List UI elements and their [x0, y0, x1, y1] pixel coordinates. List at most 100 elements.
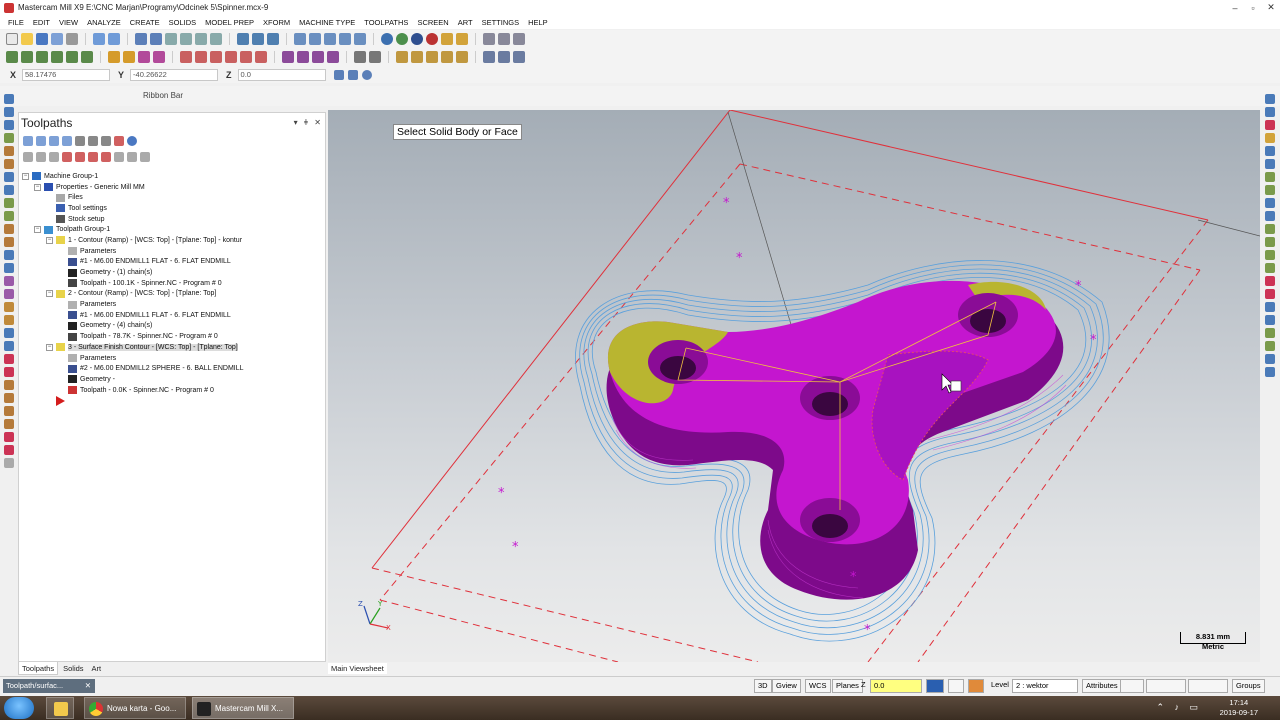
snap-icon[interactable] — [441, 33, 453, 45]
help-ops-icon[interactable] — [127, 136, 137, 146]
3d-button[interactable]: 3D — [754, 679, 772, 693]
solid-boolean-icon[interactable] — [327, 51, 339, 63]
expand-all-icon[interactable] — [23, 152, 33, 162]
trim-icon[interactable] — [138, 51, 150, 63]
delete-icon[interactable] — [4, 133, 14, 143]
restore-button[interactable]: ▫ — [1244, 0, 1262, 15]
menu-toolpaths[interactable]: TOOLPATHS — [364, 18, 408, 27]
move-up-icon[interactable] — [75, 152, 85, 162]
unzoom-icon[interactable] — [195, 33, 207, 45]
tree-node[interactable] — [22, 395, 325, 406]
autocursor-icon[interactable] — [347, 69, 358, 80]
close-button[interactable]: ✕ — [1262, 0, 1280, 15]
surface-rough-icon[interactable] — [456, 51, 468, 63]
facing-icon[interactable] — [441, 51, 453, 63]
mastercam-taskbar-button[interactable]: Mastercam Mill X... — [192, 697, 294, 719]
right-tool-14-icon[interactable] — [1265, 263, 1275, 273]
tree-node[interactable]: − 2 - Contour (Ramp) - [WCS: Top] - [Tpla… — [22, 289, 325, 300]
menu-analyze[interactable]: ANALYZE — [87, 18, 121, 27]
panel-pin-button[interactable]: ǂ — [304, 118, 309, 127]
tree-node[interactable]: − Machine Group-1 — [22, 171, 325, 182]
contour-icon[interactable] — [396, 51, 408, 63]
misc-e-icon[interactable] — [4, 432, 14, 442]
solid-revolve-icon[interactable] — [297, 51, 309, 63]
fillet-icon[interactable] — [108, 51, 120, 63]
menu-model-prep[interactable]: MODEL PREP — [205, 18, 254, 27]
solid-shell-icon[interactable] — [4, 289, 14, 299]
menu-help[interactable]: HELP — [528, 18, 548, 27]
right-tool-4-icon[interactable] — [1265, 133, 1275, 143]
surface-icon[interactable] — [4, 224, 14, 234]
save-as-icon[interactable] — [51, 33, 63, 45]
right-tool-20-icon[interactable] — [1265, 341, 1275, 351]
drill-icon[interactable] — [426, 51, 438, 63]
analyze-entity-icon[interactable] — [4, 211, 14, 221]
solid-fillet-icon[interactable] — [312, 51, 324, 63]
tree-node[interactable]: Geometry - — [22, 374, 325, 385]
rotate-icon[interactable] — [237, 33, 249, 45]
right-tool-11-icon[interactable] — [1265, 224, 1275, 234]
line-icon[interactable] — [21, 51, 33, 63]
scale-icon[interactable] — [225, 51, 237, 63]
tree-node[interactable]: Parameters — [22, 353, 325, 364]
level-icon[interactable] — [4, 159, 14, 169]
expand-toggle-icon[interactable]: − — [46, 290, 53, 298]
color-icon[interactable] — [4, 146, 14, 156]
stop-icon[interactable] — [426, 33, 438, 45]
top-view-icon[interactable] — [294, 33, 306, 45]
tree-node[interactable]: Geometry - (4) chain(s) — [22, 321, 325, 332]
rotate-entity-icon[interactable] — [210, 51, 222, 63]
line-style-select[interactable] — [1146, 679, 1186, 693]
repaint-icon[interactable] — [150, 33, 162, 45]
groups-button[interactable]: Groups — [1232, 679, 1265, 693]
verify-icon[interactable] — [498, 51, 510, 63]
simulate-icon[interactable] — [101, 136, 111, 146]
hatch-icon[interactable] — [369, 51, 381, 63]
regenerate-all-icon[interactable] — [49, 136, 59, 146]
window-select-icon[interactable] — [4, 120, 14, 130]
new-file-icon[interactable] — [6, 33, 18, 45]
pocket-icon[interactable] — [411, 51, 423, 63]
attributes-button[interactable]: Attributes — [1082, 679, 1122, 693]
tab-art[interactable]: Art — [89, 662, 105, 675]
expand-toggle-icon[interactable]: − — [46, 343, 53, 351]
panel-menu-button[interactable]: ▾ — [294, 118, 298, 127]
menu-solids[interactable]: SOLIDS — [169, 18, 197, 27]
blank-icon[interactable] — [4, 250, 14, 260]
spline-icon[interactable] — [81, 51, 93, 63]
graphics-viewport[interactable]: * * * * * * * * Z Y X Select Solid Body … — [328, 110, 1260, 662]
fast-point-icon[interactable] — [333, 69, 344, 80]
fit-icon[interactable] — [135, 33, 147, 45]
misc-f-icon[interactable] — [4, 445, 14, 455]
hide-icon[interactable] — [456, 33, 468, 45]
gview-button[interactable]: Gview — [772, 679, 801, 693]
arc-icon[interactable] — [66, 51, 78, 63]
tree-node[interactable]: Files — [22, 192, 325, 203]
operation-status-pill[interactable]: Toolpath/surfac... ✕ — [3, 679, 95, 693]
view-icon[interactable] — [4, 172, 14, 182]
tree-node[interactable]: − Properties - Generic Mill MM — [22, 182, 325, 193]
right-tool-15-icon[interactable] — [1265, 276, 1275, 286]
tree-node[interactable]: − Toolpath Group-1 — [22, 224, 325, 235]
pan-icon[interactable] — [252, 33, 264, 45]
screen-icon[interactable] — [513, 33, 525, 45]
print-icon[interactable] — [66, 33, 78, 45]
select-icon[interactable] — [4, 94, 14, 104]
menu-file[interactable]: FILE — [8, 18, 24, 27]
line-width-select[interactable] — [1188, 679, 1228, 693]
measure-icon[interactable] — [4, 198, 14, 208]
insert-after-icon[interactable] — [88, 152, 98, 162]
tree-node[interactable]: Stock setup — [22, 214, 325, 225]
menu-xform[interactable]: XFORM — [263, 18, 290, 27]
z-depth-field[interactable]: 0.0 — [870, 679, 922, 693]
right-tool-6-icon[interactable] — [1265, 159, 1275, 169]
zoom-in-icon[interactable] — [210, 33, 222, 45]
backplot-ops-icon[interactable] — [75, 136, 85, 146]
verify-side-icon[interactable] — [4, 354, 14, 364]
system-tray[interactable]: ⌃ ♪ ▭ — [1156, 702, 1202, 713]
tree-node[interactable]: #1 - M6.00 ENDMILL1 FLAT - 6. FLAT ENDMI… — [22, 310, 325, 321]
tree-node[interactable]: − 3 - Surface Finish Contour - [WCS: Top]… — [22, 342, 325, 353]
explorer-taskbar-button[interactable] — [46, 697, 74, 719]
toggle-display-icon[interactable] — [114, 152, 124, 162]
post-icon[interactable] — [513, 51, 525, 63]
